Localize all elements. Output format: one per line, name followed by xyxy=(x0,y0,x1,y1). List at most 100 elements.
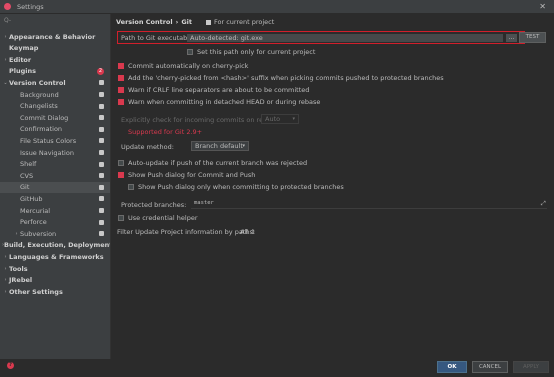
sidebar-item-background[interactable]: Background xyxy=(0,89,110,100)
sidebar-item-appearance-behavior[interactable]: › Appearance & Behavior xyxy=(0,31,110,42)
sidebar-item-perforce[interactable]: Perforce xyxy=(0,217,110,228)
chevron-updown-icon: ⇕ xyxy=(250,228,256,236)
sidebar-item-label: Issue Navigation xyxy=(20,148,74,157)
chevron-right-icon[interactable]: › xyxy=(2,289,9,295)
browse-button[interactable]: ... xyxy=(506,34,517,42)
project-scope-icon xyxy=(205,19,211,25)
checkbox-box[interactable] xyxy=(118,63,124,69)
project-scope-icon xyxy=(99,103,104,109)
sidebar-item-label: Mercurial xyxy=(20,206,51,215)
chevron-down-icon: ▾ xyxy=(292,116,295,122)
sidebar-item-label: Changelists xyxy=(20,102,58,111)
sidebar-item-file-status-colors[interactable]: File Status Colors xyxy=(0,135,110,146)
project-scope-icon xyxy=(99,231,104,237)
sidebar-item-subversion[interactable]: › Subversion xyxy=(0,228,110,239)
sidebar-item-label: Keymap xyxy=(9,44,39,53)
cancel-button[interactable]: CANCEL xyxy=(472,361,508,373)
project-scope-icon xyxy=(99,208,104,213)
sidebar-item-label: CVS xyxy=(20,171,34,180)
commit-cherry-pick-checkbox[interactable]: Commit automatically on cherry-pick xyxy=(118,62,248,70)
project-scope-icon xyxy=(99,138,104,144)
project-scope-icon xyxy=(99,150,104,155)
sidebar-item-label: Other Settings xyxy=(9,287,63,296)
chevron-right-icon[interactable]: › xyxy=(2,57,9,63)
protected-branches-input[interactable]: master xyxy=(191,199,547,209)
show-push-dialog-checkbox[interactable]: Show Push dialog for Commit and Push xyxy=(118,171,255,179)
project-scope-icon xyxy=(99,115,104,121)
git-path-input[interactable]: Auto-detected: git.exe xyxy=(187,34,503,42)
checkbox-box[interactable] xyxy=(118,215,124,221)
auto-update-checkbox[interactable]: Auto-update if push of the current branc… xyxy=(118,159,307,167)
update-method-select[interactable]: Branch default ▾ xyxy=(191,141,249,151)
warn-detached-checkbox[interactable]: Warn when committing in detached HEAD or… xyxy=(118,98,320,106)
warn-crlf-checkbox[interactable]: Warn if CRLF line separators are about t… xyxy=(118,86,309,94)
help-icon[interactable]: ? xyxy=(7,362,14,369)
sidebar-item-label: Commit Dialog xyxy=(20,113,69,122)
apply-button[interactable]: APPLY xyxy=(513,361,549,373)
cherry-picked-suffix-checkbox[interactable]: Add the 'cherry-picked from <hash>' suff… xyxy=(118,74,444,82)
sidebar-item-keymap[interactable]: Keymap xyxy=(0,43,110,54)
git-path-row: Path to Git executable: Auto-detected: g… xyxy=(117,31,525,44)
project-scope-icon xyxy=(99,161,104,167)
credential-helper-label: Use credential helper xyxy=(128,214,198,222)
project-scope-icon xyxy=(99,173,104,179)
commit-cherry-pick-label: Commit automatically on cherry-pick xyxy=(128,62,249,70)
filter-update-label: Filter Update Project information by pat… xyxy=(117,228,256,236)
show-push-dialog-label: Show Push dialog for Commit and Push xyxy=(128,171,256,179)
checkbox-box[interactable] xyxy=(128,184,134,190)
sidebar-item-github[interactable]: GitHub xyxy=(0,193,110,204)
sidebar-item-label: Build, Execution, Deployment xyxy=(4,241,113,250)
checkbox-box[interactable] xyxy=(118,99,124,105)
sidebar-item-plugins[interactable]: Plugins 2 xyxy=(0,66,110,77)
chevron-down-icon[interactable]: ⌄ xyxy=(2,80,9,86)
checkbox-box[interactable] xyxy=(118,160,124,166)
set-path-only-checkbox[interactable]: Set this path only for current project xyxy=(187,48,315,56)
app-logo-icon xyxy=(4,3,11,10)
git-settings-panel: Version Control › Git For current projec… xyxy=(110,14,554,359)
project-scope-label: For current project xyxy=(213,18,275,26)
sidebar-item-build-execution-deployment[interactable]: › Build, Execution, Deployment xyxy=(0,240,113,251)
dialog-footer: OK CANCEL APPLY xyxy=(110,359,554,377)
set-path-only-label: Set this path only for current project xyxy=(197,48,316,56)
chevron-right-icon[interactable]: › xyxy=(13,231,20,237)
sidebar-item-git[interactable]: Git xyxy=(0,181,110,193)
test-button[interactable]: TEST xyxy=(519,32,546,43)
sidebar-item-languages-frameworks[interactable]: › Languages & Frameworks xyxy=(0,251,110,262)
checkbox-box[interactable] xyxy=(118,172,124,178)
sidebar-item-editor[interactable]: › Editor xyxy=(0,54,110,65)
checkbox-box[interactable] xyxy=(118,75,124,81)
ok-button[interactable]: OK xyxy=(437,361,467,373)
close-icon[interactable]: ✕ xyxy=(539,2,546,11)
sidebar-item-version-control[interactable]: ⌄ Version Control xyxy=(0,77,110,88)
sidebar-item-commit-dialog[interactable]: Commit Dialog xyxy=(0,112,110,123)
chevron-down-icon: ▾ xyxy=(242,143,245,149)
chevron-right-icon[interactable]: › xyxy=(2,266,9,272)
warn-detached-label: Warn when committing in detached HEAD or… xyxy=(128,98,321,106)
credential-helper-checkbox[interactable]: Use credential helper xyxy=(118,214,198,222)
chevron-right-icon[interactable]: › xyxy=(2,254,9,260)
chevron-right-icon[interactable]: › xyxy=(2,277,9,283)
filter-update-select[interactable]: All ⇕ xyxy=(240,228,256,236)
sidebar-item-cvs[interactable]: CVS xyxy=(0,170,110,181)
sidebar-item-confirmation[interactable]: Confirmation xyxy=(0,124,110,135)
checkbox-box[interactable] xyxy=(118,87,124,93)
sidebar-item-shelf[interactable]: Shelf xyxy=(0,159,110,170)
expand-icon[interactable]: ⤢ xyxy=(541,200,546,208)
chevron-right-icon[interactable]: › xyxy=(2,34,9,40)
breadcrumb: Version Control › Git For current projec… xyxy=(116,18,274,26)
breadcrumb-current: Git xyxy=(181,18,192,26)
sidebar-item-mercurial[interactable]: Mercurial xyxy=(0,205,110,216)
checkbox-box[interactable] xyxy=(187,49,193,55)
sidebar-item-jrebel[interactable]: › JRebel xyxy=(0,275,110,286)
show-push-protected-checkbox[interactable]: Show Push dialog only when committing to… xyxy=(128,183,344,191)
sidebar-item-changelists[interactable]: Changelists xyxy=(0,101,110,112)
sidebar-item-other-settings[interactable]: › Other Settings xyxy=(0,286,110,297)
warn-crlf-label: Warn if CRLF line separators are about t… xyxy=(128,86,310,94)
explicit-check-select[interactable]: Auto ▾ xyxy=(261,114,299,124)
sidebar-item-label: File Status Colors xyxy=(20,136,77,145)
sidebar-item-tools[interactable]: › Tools xyxy=(0,263,110,274)
sidebar-item-issue-navigation[interactable]: Issue Navigation xyxy=(0,147,110,158)
search-input[interactable]: Q- xyxy=(4,17,104,25)
sidebar-item-label: GitHub xyxy=(20,194,43,203)
sidebar-item-label: Tools xyxy=(9,264,28,273)
